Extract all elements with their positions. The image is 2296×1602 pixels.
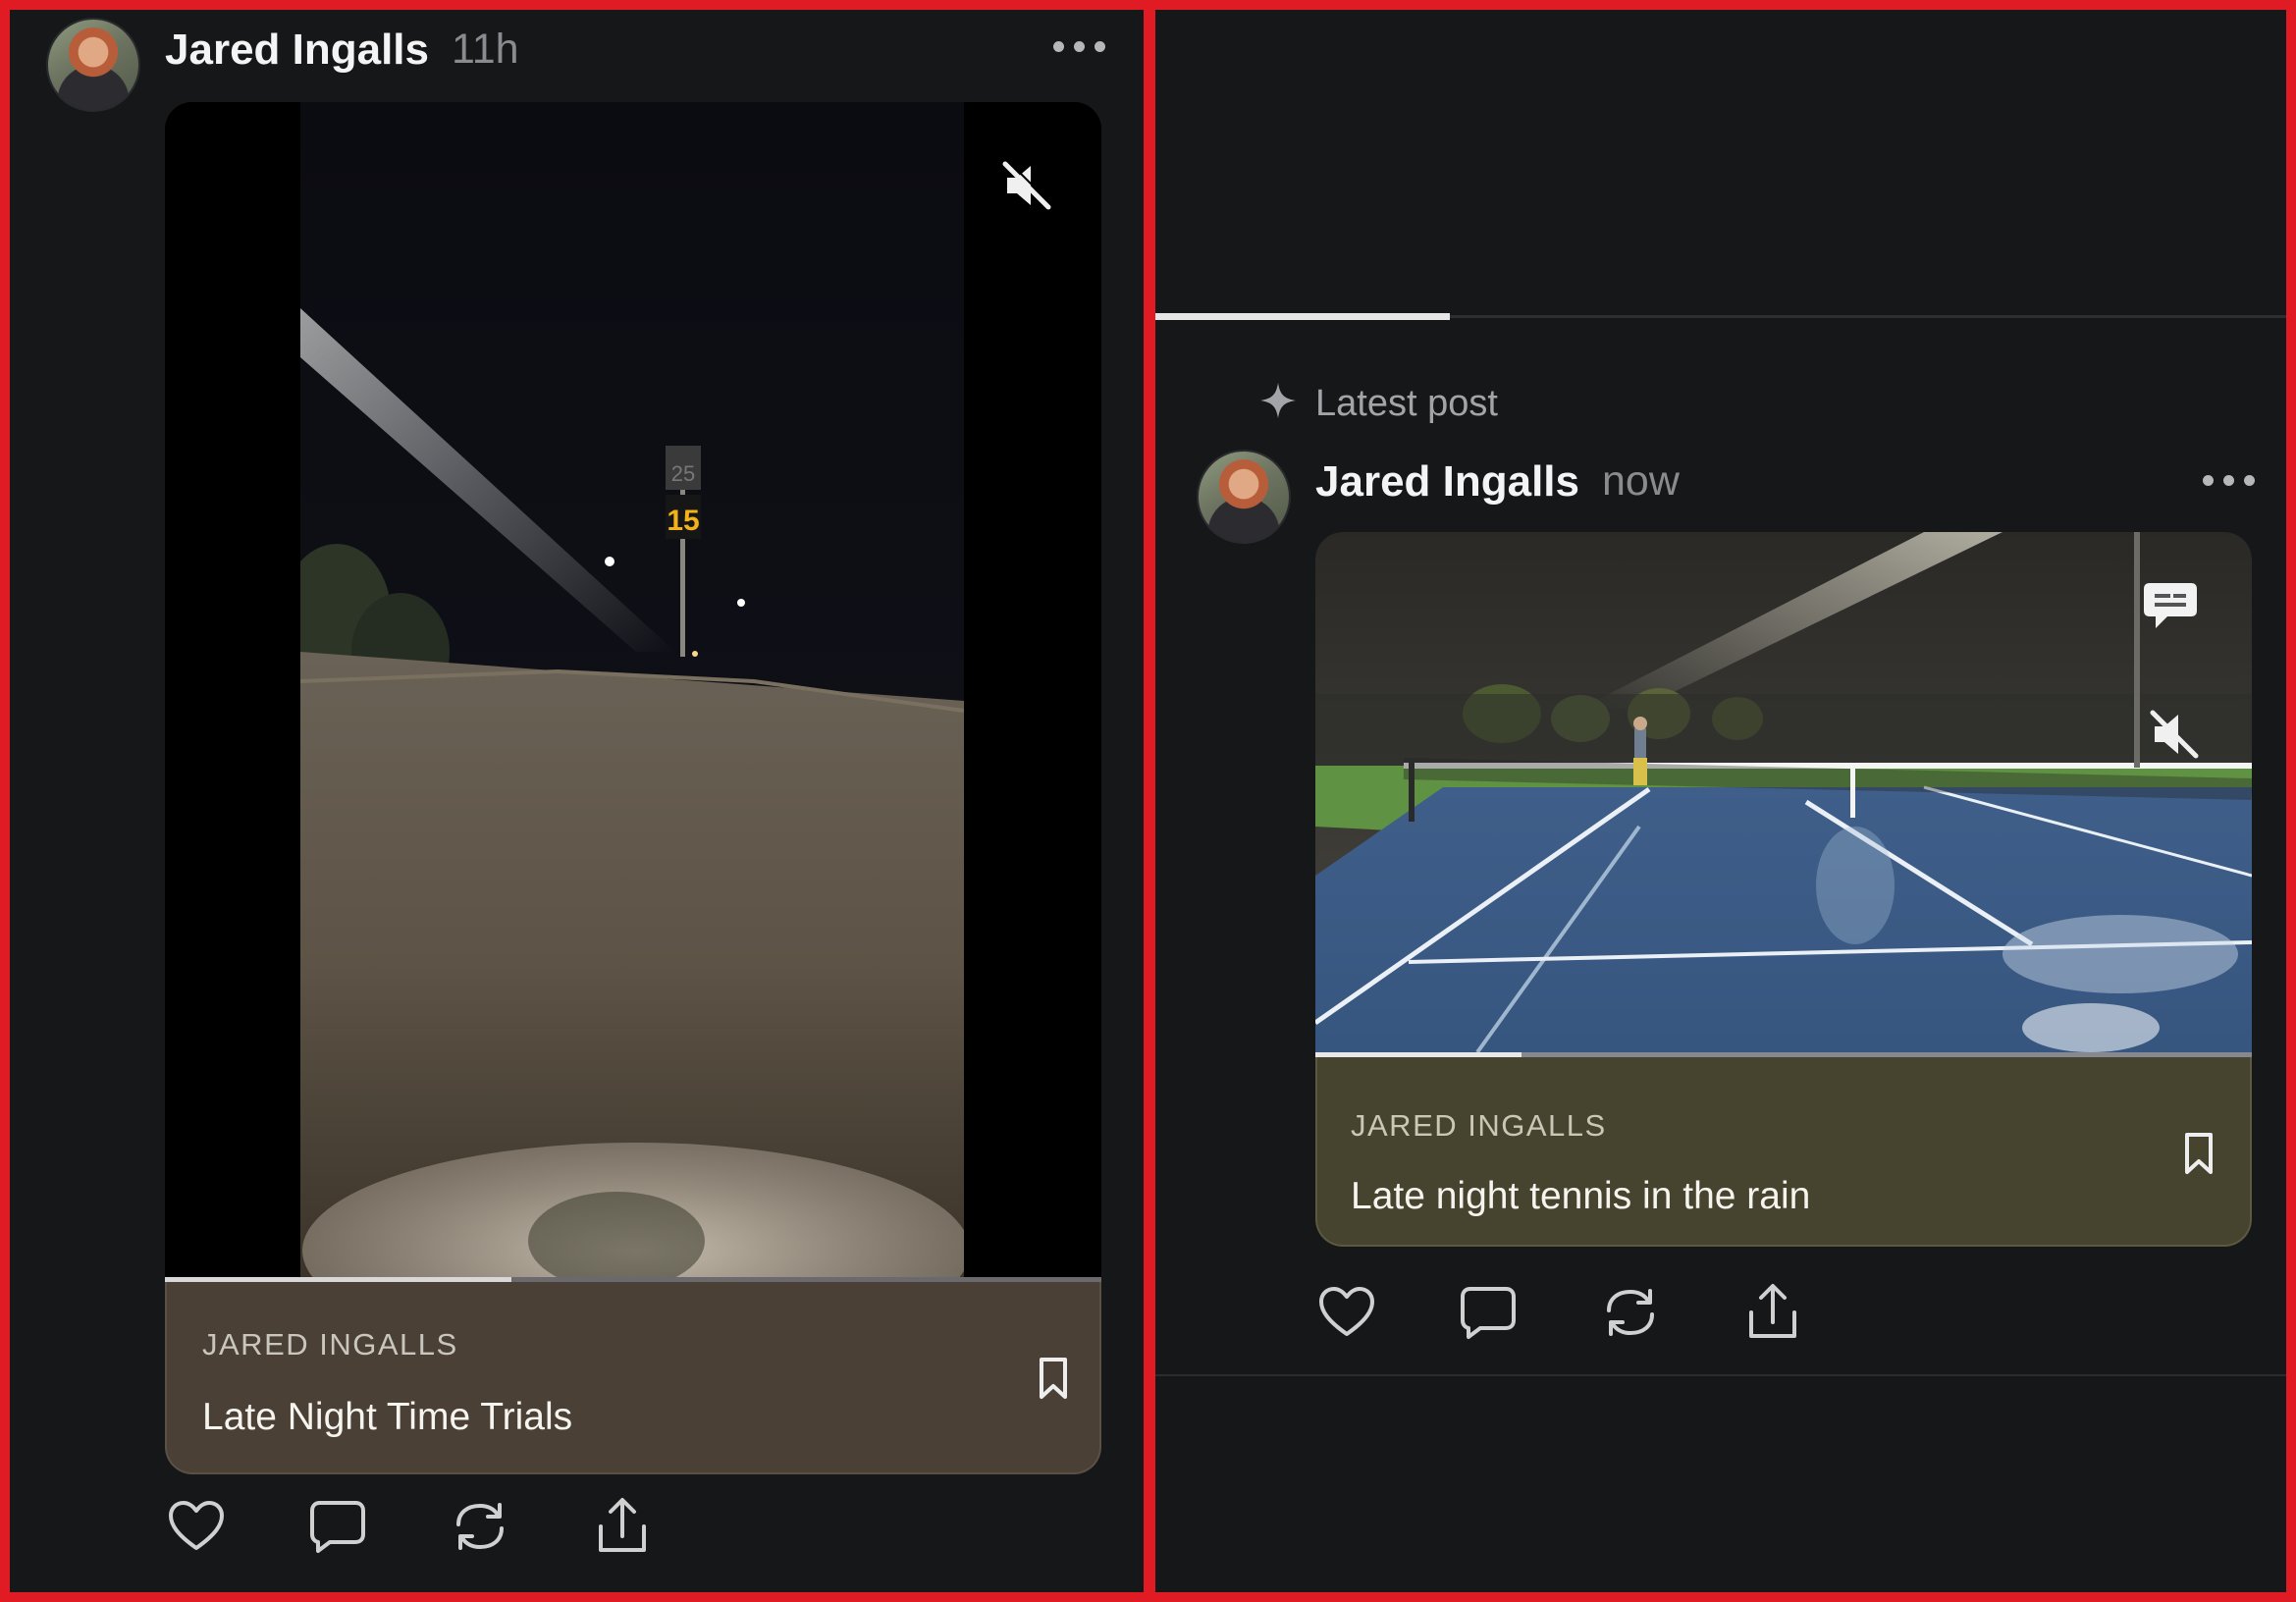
comment-icon[interactable] bbox=[306, 1495, 369, 1558]
speed-sign-number: 15 bbox=[667, 505, 699, 537]
card-author: JARED INGALLS bbox=[202, 1327, 458, 1362]
card-title: Late Night Time Trials bbox=[202, 1396, 573, 1438]
video-frame: 25 15 bbox=[165, 102, 1101, 1277]
top-progress-fill bbox=[1155, 313, 1450, 320]
card-author: JARED INGALLS bbox=[1351, 1108, 1607, 1143]
post-card[interactable]: JARED INGALLS Late night tennis in the r… bbox=[1315, 1057, 2252, 1247]
speed-sign-top: 25 bbox=[671, 461, 695, 486]
post-author[interactable]: Jared Ingalls bbox=[1315, 457, 1579, 507]
video-player[interactable]: 25 15 bbox=[165, 102, 1101, 1277]
top-divider bbox=[1155, 313, 2286, 320]
share-icon[interactable] bbox=[591, 1495, 654, 1558]
post-author[interactable]: Jared Ingalls bbox=[165, 26, 429, 75]
captions-icon[interactable] bbox=[2142, 581, 2199, 632]
avatar[interactable] bbox=[46, 18, 140, 112]
video-player[interactable] bbox=[1315, 532, 2252, 1052]
more-dots-icon[interactable] bbox=[1053, 41, 1106, 55]
sparkle-icon bbox=[1258, 381, 1298, 420]
speaker-muted-icon[interactable] bbox=[2147, 707, 2202, 762]
post-time: now bbox=[1602, 457, 1680, 505]
speaker-muted-icon[interactable] bbox=[999, 158, 1054, 213]
video-frame bbox=[1315, 532, 2252, 1052]
avatar[interactable] bbox=[1197, 450, 1291, 544]
bookmark-icon[interactable] bbox=[1039, 1357, 1068, 1400]
heart-icon[interactable] bbox=[1315, 1281, 1378, 1344]
card-title: Late night tennis in the rain bbox=[1351, 1175, 1811, 1217]
post-time: 11h bbox=[452, 26, 519, 73]
repost-icon[interactable] bbox=[449, 1495, 511, 1558]
more-dots-icon[interactable] bbox=[2203, 475, 2256, 489]
post-panel-left: Jared Ingalls 11h 25 15 JARED INGALLS La… bbox=[10, 10, 1144, 1592]
bookmark-icon[interactable] bbox=[2184, 1132, 2214, 1175]
comment-icon[interactable] bbox=[1457, 1281, 1520, 1344]
post-panel-right: Latest post Jared Ingalls now JARED INGA… bbox=[1155, 10, 2286, 1592]
post-divider bbox=[1155, 1374, 2286, 1376]
section-label: Latest post bbox=[1315, 383, 1498, 424]
share-icon[interactable] bbox=[1741, 1281, 1804, 1344]
heart-icon[interactable] bbox=[165, 1495, 228, 1558]
repost-icon[interactable] bbox=[1599, 1281, 1662, 1344]
post-card[interactable]: JARED INGALLS Late Night Time Trials bbox=[165, 1282, 1101, 1474]
